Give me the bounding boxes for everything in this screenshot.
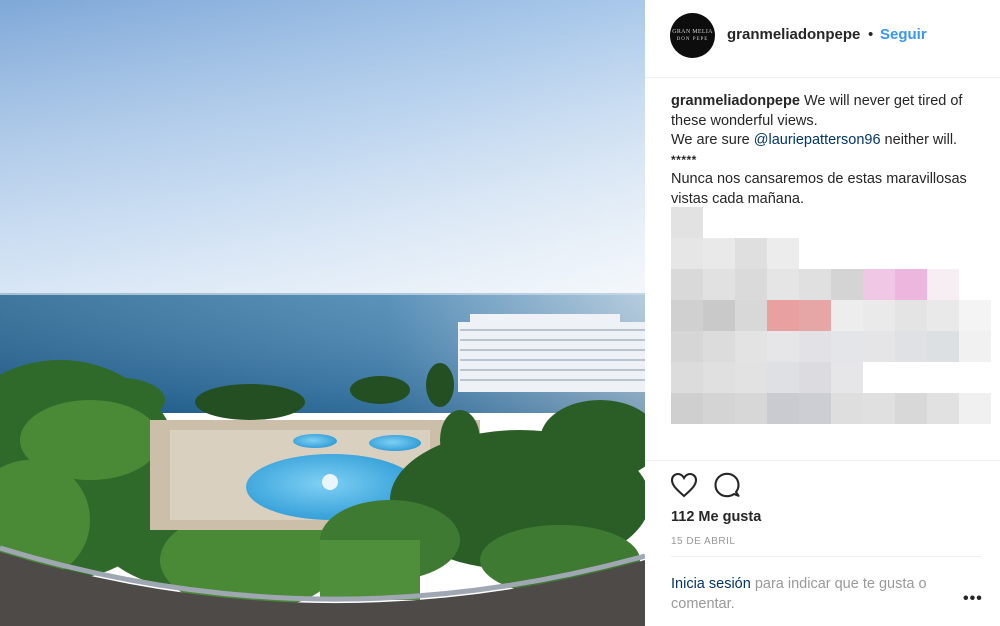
pixel-cell	[767, 393, 799, 424]
pixel-cell	[767, 238, 799, 269]
resort-ocean-view-image	[0, 0, 645, 626]
pixel-cell	[927, 269, 959, 300]
post-date[interactable]: 15 DE ABRIL	[671, 536, 735, 547]
separator-dot: •	[868, 26, 874, 43]
pixel-cell	[895, 331, 927, 362]
pixel-cell	[831, 331, 863, 362]
pixel-cell	[767, 300, 799, 331]
avatar-text-top: GRAN MELIA	[672, 29, 713, 35]
pixel-cell	[895, 269, 927, 300]
avatar[interactable]: GRAN MELIA DON PEPE	[670, 13, 715, 58]
pixel-cell	[767, 269, 799, 300]
pixel-cell	[671, 238, 703, 269]
mention-link[interactable]: @lauriepatterson96	[754, 132, 881, 148]
caption-line-2-end: neither will.	[880, 132, 958, 148]
pixel-cell	[735, 393, 767, 424]
pixel-cell	[959, 331, 991, 362]
actions-divider	[645, 460, 1000, 461]
login-prompt: Inicia sesión para indicar que te gusta …	[671, 574, 971, 614]
pixel-cell	[735, 300, 767, 331]
login-link[interactable]: Inicia sesión	[671, 576, 751, 592]
pixel-cell	[703, 331, 735, 362]
pixel-cell	[799, 300, 831, 331]
pixel-cell	[799, 269, 831, 300]
caption-username-link[interactable]: granmeliadonpepe	[671, 93, 800, 109]
pixel-cell	[799, 331, 831, 362]
pixel-cell	[959, 393, 991, 424]
pixel-cell	[927, 393, 959, 424]
pixel-cell	[831, 269, 863, 300]
pixel-cell	[863, 269, 895, 300]
post-side-panel: GRAN MELIA DON PEPE granmeliadonpepe • S…	[645, 0, 1000, 626]
pixel-cell	[703, 393, 735, 424]
pixel-cell	[671, 300, 703, 331]
pixel-cell	[767, 331, 799, 362]
pixel-cell	[895, 393, 927, 424]
caption-line-2-start: We are sure	[671, 132, 754, 148]
pixel-cell	[671, 362, 703, 393]
pixel-cell	[863, 300, 895, 331]
likes-count[interactable]: 112 Me gusta	[671, 509, 761, 525]
post-photo[interactable]	[0, 0, 645, 626]
pixel-cell	[735, 269, 767, 300]
comment-icon[interactable]	[714, 472, 740, 498]
account-username-link[interactable]: granmeliadonpepe	[727, 26, 860, 43]
pixel-cell	[799, 362, 831, 393]
pixel-cell	[767, 362, 799, 393]
pixel-cell	[671, 393, 703, 424]
pixel-cell	[735, 238, 767, 269]
post-header: GRAN MELIA DON PEPE granmeliadonpepe • S…	[645, 0, 1000, 78]
more-options-icon[interactable]: •••	[963, 590, 983, 608]
heart-icon[interactable]	[670, 472, 698, 498]
pixel-cell	[703, 362, 735, 393]
pixel-cell	[735, 362, 767, 393]
pixel-cell	[927, 331, 959, 362]
caption-stars: *****	[671, 152, 697, 167]
pixel-cell	[831, 362, 863, 393]
pixel-cell	[927, 300, 959, 331]
follow-button[interactable]: Seguir	[880, 26, 927, 43]
pixel-cell	[959, 300, 991, 331]
pixel-cell	[671, 331, 703, 362]
pixel-cell	[831, 393, 863, 424]
pixel-cell	[735, 331, 767, 362]
post-caption: granmeliadonpepe We will never get tired…	[671, 92, 991, 209]
pixel-cell	[703, 238, 735, 269]
pixel-cell	[703, 269, 735, 300]
pixel-cell	[863, 331, 895, 362]
pixel-cell	[863, 393, 895, 424]
pixel-cell	[799, 393, 831, 424]
pixel-cell	[895, 300, 927, 331]
pixel-cell	[831, 300, 863, 331]
pixel-cell	[703, 300, 735, 331]
pixelated-comments	[671, 207, 991, 424]
login-divider	[671, 556, 981, 557]
caption-line-3: Nunca nos cansaremos de estas maravillos…	[671, 171, 967, 207]
pixel-cell	[671, 207, 703, 238]
pixel-cell	[671, 269, 703, 300]
avatar-text-bottom: DON PEPE	[676, 37, 709, 42]
